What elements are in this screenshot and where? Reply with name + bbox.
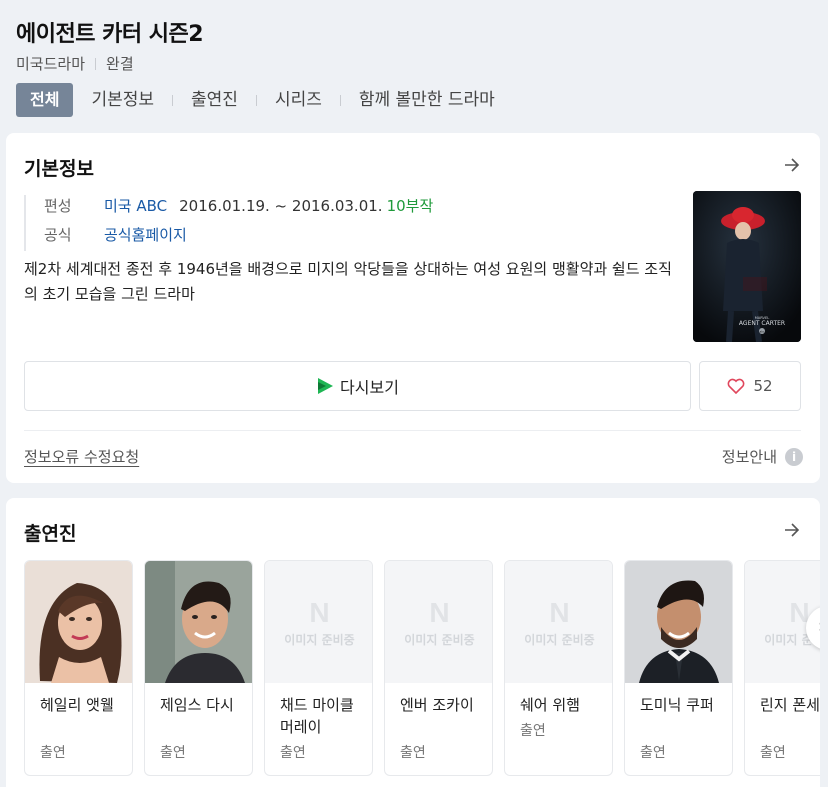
- cast-item[interactable]: N 이미지 준비중 쉐어 위햄 출연: [504, 560, 613, 776]
- poster-network: abc: [760, 330, 765, 334]
- like-button[interactable]: 52: [699, 361, 801, 411]
- official-homepage-link[interactable]: 공식홈페이지: [104, 224, 187, 253]
- cast-item[interactable]: N 이미지 준비중 린지 폰세카 출연: [744, 560, 820, 776]
- network-link[interactable]: 미국 ABC: [104, 195, 167, 224]
- cast-item[interactable]: 헤일리 앳웰 출연: [24, 560, 133, 776]
- official-label: 공식: [44, 226, 72, 244]
- cast-role: 출연: [640, 745, 666, 761]
- cast-title: 출연진: [24, 523, 77, 545]
- cast-name: 헤일리 앳웰: [40, 696, 114, 714]
- cast-list: 헤일리 앳웰 출연 제임스 다시 출연 N 이미지 준비중 채드 마이클 머레이…: [24, 560, 820, 776]
- heart-icon: [728, 378, 745, 394]
- header: 에이전트 카터 시즌2 미국드라마 완결 전체 기본정보 출연진 시리즈 함께 …: [0, 0, 828, 132]
- cast-item[interactable]: 제임스 다시 출연: [144, 560, 253, 776]
- cast-role: 출연: [40, 745, 66, 761]
- cast-item[interactable]: N 이미지 준비중 채드 마이클 머레이 출연: [264, 560, 373, 776]
- cast-name: 제임스 다시: [160, 696, 234, 714]
- broadcast-label: 편성: [44, 197, 72, 215]
- cast-role: 출연: [160, 745, 186, 761]
- arrow-right-icon[interactable]: [782, 520, 802, 540]
- info-icon: i: [785, 447, 803, 466]
- tab-divider: [255, 94, 257, 106]
- cast-item[interactable]: 도미닉 쿠퍼 출연: [624, 560, 733, 776]
- air-dates: 2016.01.19. ~ 2016.03.01.: [179, 197, 383, 215]
- placeholder-logo: N: [549, 596, 570, 628]
- poster-artwork: MARVEL AGENT CARTER abc: [693, 191, 801, 342]
- placeholder-logo: N: [309, 596, 330, 628]
- tab-divider: [339, 94, 341, 106]
- tab-cast[interactable]: 출연진: [191, 83, 238, 117]
- cast-name: 엔버 조카이: [400, 696, 474, 714]
- cast-photo-placeholder: N 이미지 준비중: [385, 561, 492, 683]
- status-label: 완결: [106, 55, 134, 73]
- cast-role: 출연: [760, 745, 786, 761]
- info-guide[interactable]: 정보안내 i: [722, 446, 803, 467]
- page-title: 에이전트 카터 시즌2: [16, 22, 204, 47]
- arrow-right-icon[interactable]: [782, 155, 802, 175]
- cast-role: 출연: [400, 745, 426, 761]
- episode-count: 10부작: [386, 197, 434, 215]
- cast-name: 린지 폰세카: [760, 696, 820, 714]
- cast-photo-placeholder: N 이미지 준비중: [265, 561, 372, 683]
- meta-divider: [95, 57, 97, 70]
- cast-photo-placeholder: N 이미지 준비중: [505, 561, 612, 683]
- report-error-link[interactable]: 정보오류 수정요청: [24, 446, 139, 467]
- tab-divider: [172, 94, 174, 106]
- info-table: 편성 미국 ABC 2016.01.19. ~ 2016.03.01. 10부작…: [24, 195, 433, 251]
- divider: [24, 430, 801, 431]
- cast-item[interactable]: N 이미지 준비중 엔버 조카이 출연: [384, 560, 493, 776]
- cast-card: 출연진 헤일리 앳웰 출연 제임스 다시 출연 N 이미지 준비중 채드 마이클…: [6, 498, 820, 787]
- tab-bar: 전체 기본정보 출연진 시리즈 함께 볼만한 드라마: [16, 83, 495, 117]
- cast-photo: [25, 561, 132, 683]
- info-guide-label: 정보안내: [721, 448, 777, 466]
- basic-info-title: 기본정보: [24, 158, 94, 180]
- cast-name: 도미닉 쿠퍼: [640, 696, 714, 714]
- basic-info-card: 기본정보 편성 미국 ABC 2016.01.19. ~ 2016.03.01.…: [6, 133, 820, 483]
- placeholder-text: 이미지 준비중: [524, 632, 595, 647]
- cast-role: 출연: [520, 723, 546, 739]
- cast-photo: [145, 561, 252, 683]
- genre-label: 미국드라마: [16, 55, 86, 73]
- cast-photo: [625, 561, 732, 683]
- poster-title: AGENT CARTER: [739, 320, 785, 327]
- placeholder-text: 이미지 준비중: [404, 632, 475, 647]
- tab-series[interactable]: 시리즈: [275, 83, 322, 117]
- cast-name: 채드 마이클 머레이: [280, 696, 354, 736]
- synopsis: 제2차 세계대전 종전 후 1946년을 배경으로 미지의 악당들을 상대하는 …: [24, 260, 672, 303]
- placeholder-text: 이미지 준비중: [284, 632, 355, 647]
- chevron-right-icon: ›: [818, 616, 820, 637]
- tab-all[interactable]: 전체: [16, 83, 74, 117]
- cast-role: 출연: [280, 745, 306, 761]
- broadcast-row: 편성 미국 ABC 2016.01.19. ~ 2016.03.01. 10부작: [44, 195, 433, 224]
- cast-name: 쉐어 위햄: [520, 696, 580, 714]
- header-meta: 미국드라마 완결: [16, 53, 134, 74]
- play-logo-icon: [318, 378, 334, 394]
- official-row: 공식 공식홈페이지: [44, 224, 433, 253]
- tab-related-dramas[interactable]: 함께 볼만한 드라마: [359, 83, 495, 117]
- poster-image[interactable]: MARVEL AGENT CARTER abc: [693, 191, 801, 342]
- rewatch-button[interactable]: 다시보기: [24, 361, 691, 411]
- like-count: 52: [753, 377, 773, 395]
- rewatch-label: 다시보기: [340, 378, 399, 397]
- tab-basic-info[interactable]: 기본정보: [91, 83, 154, 117]
- placeholder-logo: N: [429, 596, 450, 628]
